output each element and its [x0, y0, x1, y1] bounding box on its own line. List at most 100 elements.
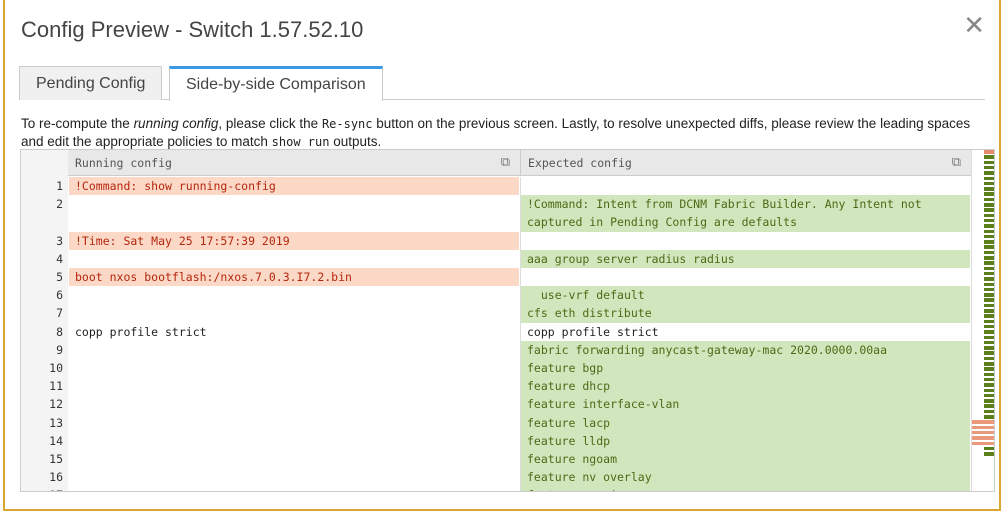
- tab-pending-config[interactable]: Pending Config: [19, 66, 163, 100]
- minimap-mark: [984, 266, 994, 271]
- dialog: Config Preview - Switch 1.57.52.10 ✕ Pen…: [3, 0, 1001, 511]
- line-number: 16: [49, 470, 63, 485]
- line-number: 10: [49, 361, 63, 375]
- minimap-mark: [984, 367, 994, 371]
- close-icon[interactable]: ✕: [963, 10, 985, 41]
- diff-row: 9 fabric forwarding anycast-gateway-mac …: [21, 340, 970, 359]
- dialog-title: Config Preview - Switch 1.57.52.10: [21, 17, 364, 42]
- expected-config-cell: feature lldp: [520, 431, 970, 450]
- diff-viewer[interactable]: Running config ⧉ Expected config ⧉ 1 !Comm…: [20, 149, 995, 492]
- line-number: 11: [49, 379, 63, 394]
- minimap-mark: [984, 224, 994, 228]
- minimap-mark: [984, 409, 994, 414]
- running-config-cell: !Time: Sat May 25 17:57:39 2019: [69, 231, 519, 250]
- description: To re-compute the running config, please…: [21, 115, 981, 151]
- minimap-mark: [972, 441, 994, 445]
- minimap-mark: [984, 218, 994, 223]
- line-number: 4: [56, 251, 63, 266]
- minimap-mark: [984, 399, 994, 403]
- expected-config-cell: [520, 177, 970, 196]
- minimap-mark: [972, 436, 994, 440]
- line-number: 2: [56, 197, 63, 212]
- minimap-mark: [984, 176, 994, 180]
- line-number: 15: [49, 452, 63, 466]
- expected-config-cell: !Command: Intent from DCNM Fabric Builde…: [520, 195, 970, 232]
- minimap-mark: [984, 234, 994, 239]
- diff-row: 12 feature interface-vlan: [21, 395, 970, 414]
- diff-row: 14 feature lldp: [21, 431, 970, 450]
- minimap-mark: [984, 377, 994, 382]
- diff-row: 4 aaa group server radius radius: [21, 249, 970, 268]
- minimap-mark: [984, 229, 994, 233]
- expected-config-header: Expected config ⧉: [520, 150, 971, 176]
- desc-code: show run: [271, 135, 330, 149]
- expected-config-cell: feature bgp: [520, 359, 970, 378]
- minimap-mark: [984, 330, 994, 334]
- minimap-mark: [984, 192, 994, 196]
- running-config-cell: [69, 250, 519, 268]
- desc-code: Re-sync: [321, 117, 373, 131]
- minimap-mark: [984, 393, 994, 398]
- minimap-mark: [984, 383, 994, 387]
- minimap-mark: [984, 346, 994, 350]
- minimap-mark: [984, 287, 994, 292]
- line-number: 13: [49, 415, 63, 430]
- running-config-cell: [69, 286, 519, 304]
- expected-config-cell: feature nxapi: [520, 486, 970, 491]
- minimap-mark: [972, 430, 994, 435]
- running-config-header: Running config ⧉: [68, 150, 520, 176]
- diff-row: 10 feature bgp: [21, 359, 970, 378]
- minimap-mark: [984, 282, 994, 286]
- running-config-cell: !Command: show running-config: [69, 177, 519, 196]
- diff-row: 6 use-vrf default: [21, 286, 970, 305]
- copy-icon[interactable]: ⧉: [501, 150, 510, 176]
- minimap-mark: [984, 165, 994, 170]
- minimap-mark: [984, 298, 994, 302]
- minimap-mark: [984, 362, 994, 366]
- minimap-mark: [984, 240, 994, 244]
- running-config-cell: [69, 304, 519, 322]
- minimap-mark: [984, 271, 994, 276]
- tab-side-by-side-comparison[interactable]: Side-by-side Comparison: [169, 66, 383, 101]
- minimap-mark: [984, 197, 994, 202]
- line-number: 8: [56, 324, 63, 339]
- tab-bar: Pending Config Side-by-side Comparison: [19, 66, 985, 101]
- diff-minimap[interactable]: [971, 150, 994, 491]
- expected-config-cell: use-vrf default: [520, 286, 970, 305]
- running-config-cell: [69, 359, 519, 377]
- minimap-mark: [984, 415, 994, 419]
- expected-config-cell: aaa group server radius radius: [520, 249, 970, 268]
- minimap-mark: [984, 303, 994, 308]
- line-number: 5: [56, 270, 63, 284]
- minimap-mark: [984, 388, 994, 392]
- desc-emphasis: running config: [133, 116, 219, 131]
- minimap-mark: [984, 319, 994, 324]
- copy-icon[interactable]: ⧉: [952, 150, 961, 176]
- diff-row: 17 feature nxapi: [21, 486, 970, 491]
- running-config-cell: copp profile strict: [75, 324, 207, 339]
- minimap-mark: [984, 250, 994, 255]
- line-number: 1: [56, 179, 63, 193]
- minimap-mark: [984, 213, 994, 218]
- expected-config-cell: cfs eth distribute: [520, 304, 970, 323]
- minimap-mark: [984, 160, 994, 165]
- expected-config-label: Expected config: [528, 156, 632, 170]
- line-number: 9: [56, 342, 63, 357]
- expected-config-cell: fabric forwarding anycast-gateway-mac 20…: [520, 340, 970, 359]
- running-config-cell: [69, 341, 519, 359]
- expected-config-cell: feature dhcp: [520, 377, 970, 396]
- minimap-mark: [984, 404, 994, 408]
- diff-row: 16 feature nv overlay: [21, 468, 970, 487]
- minimap-mark: [972, 425, 994, 430]
- minimap-mark: [984, 446, 994, 451]
- minimap-mark: [984, 203, 994, 207]
- desc-text: outputs.: [329, 134, 382, 149]
- minimap-mark: [984, 293, 994, 297]
- expected-config-cell: [520, 231, 970, 250]
- line-number: 7: [56, 306, 63, 321]
- diff-row: 13 feature lacp: [21, 413, 970, 432]
- running-config-cell: [69, 432, 519, 450]
- running-config-cell: [69, 377, 519, 395]
- minimap-mark: [972, 420, 994, 424]
- running-config-cell: boot nxos bootflash:/nxos.7.0.3.I7.2.bin: [69, 268, 519, 287]
